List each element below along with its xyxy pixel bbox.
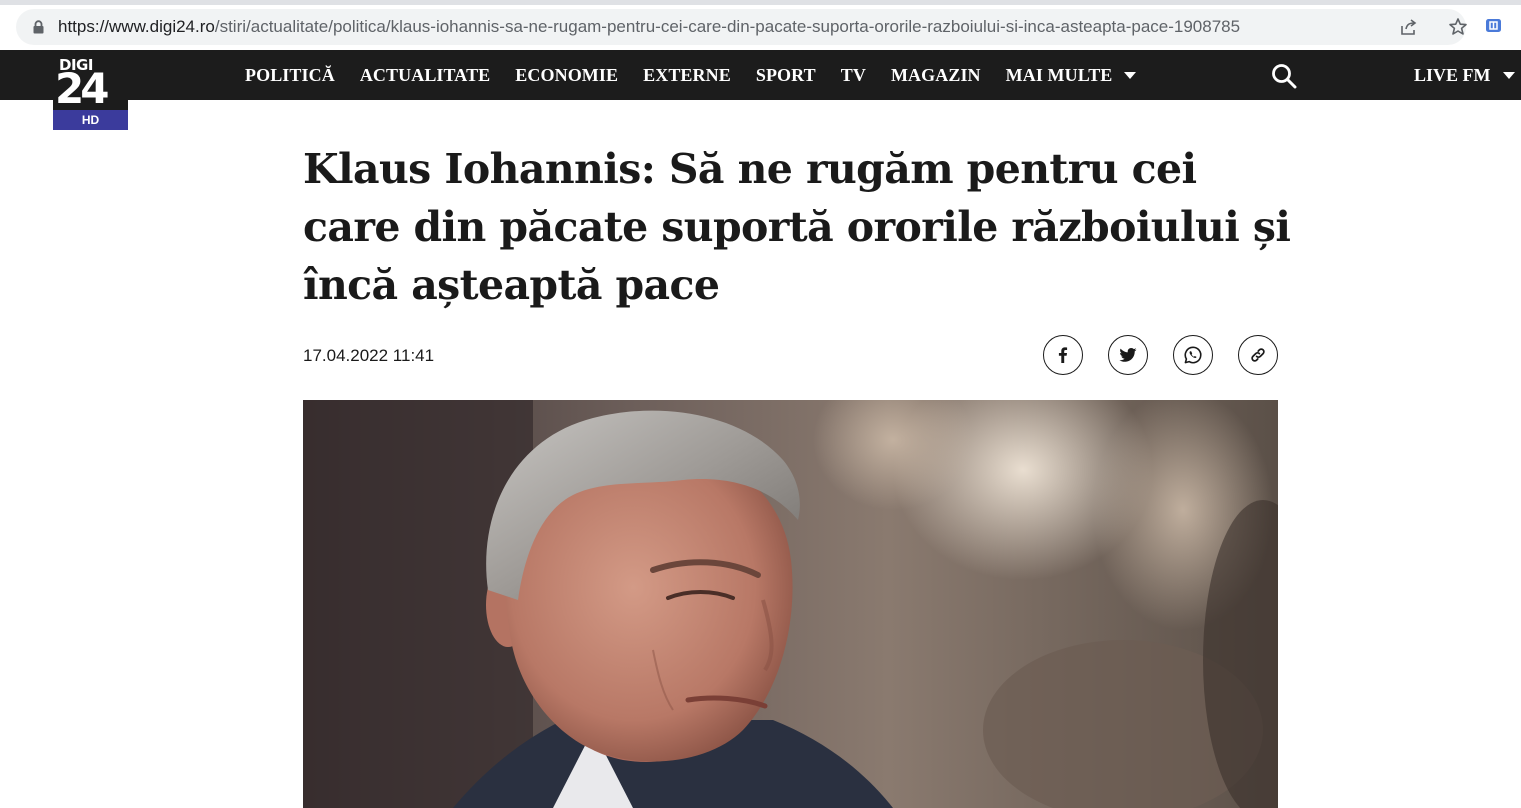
nav-item-tv[interactable]: TV (841, 65, 866, 86)
whatsapp-icon (1184, 346, 1202, 364)
share-twitter-button[interactable] (1108, 335, 1148, 375)
address-bar[interactable]: https://www.digi24.ro/stiri/actualitate/… (16, 9, 1468, 45)
url-text[interactable]: https://www.digi24.ro/stiri/actualitate/… (58, 17, 1240, 37)
nav-item-externe[interactable]: EXTERNE (643, 65, 731, 86)
nav-item-sport[interactable]: SPORT (756, 65, 816, 86)
lock-icon[interactable] (32, 20, 45, 34)
copy-link-button[interactable] (1238, 335, 1278, 375)
twitter-icon (1119, 348, 1137, 362)
share-buttons (1043, 335, 1278, 375)
tab-strip-edge (0, 0, 1521, 5)
nav-item-economie[interactable]: ECONOMIE (515, 65, 618, 86)
nav-item-actualitate[interactable]: ACTUALITATE (360, 65, 490, 86)
nav-more-label: MAI MULTE (1005, 64, 1113, 85)
main-menu: POLITICĂ ACTUALITATE ECONOMIE EXTERNE SP… (245, 50, 1161, 100)
live-fm-dropdown[interactable]: LIVE FM (1414, 50, 1515, 100)
link-icon (1251, 348, 1265, 362)
nav-item-magazin[interactable]: MAGAZIN (891, 65, 981, 86)
search-icon[interactable] (1271, 63, 1297, 89)
bookmark-star-icon[interactable] (1448, 17, 1468, 37)
share-facebook-button[interactable] (1043, 335, 1083, 375)
nav-item-politica[interactable]: POLITICĂ (245, 65, 335, 86)
logo-number: 24 (55, 64, 109, 113)
chevron-down-icon (1502, 71, 1515, 79)
portrait-photo (303, 400, 1278, 808)
article-title: Klaus Iohannis: Să ne rugăm pentru cei c… (303, 145, 1291, 309)
browser-toolbar: https://www.digi24.ro/stiri/actualitate/… (0, 0, 1521, 50)
facebook-icon (1058, 347, 1068, 363)
url-path: /stiri/actualitate/politica/klaus-iohann… (214, 17, 1241, 36)
article-date: 17.04.2022 11:41 (303, 346, 435, 365)
extension-icon[interactable] (1479, 10, 1509, 42)
share-page-icon[interactable] (1399, 17, 1419, 37)
site-logo[interactable]: DIGI 24 HD (53, 55, 128, 130)
chevron-down-icon (1124, 71, 1137, 79)
logo-mark: DIGI 24 (53, 55, 128, 113)
live-fm-label: LIVE FM (1414, 64, 1491, 85)
url-host: https://www.digi24.ro (58, 17, 215, 36)
logo-hd-badge: HD (53, 110, 128, 130)
share-whatsapp-button[interactable] (1173, 335, 1213, 375)
site-navigation: POLITICĂ ACTUALITATE ECONOMIE EXTERNE SP… (0, 50, 1521, 100)
nav-item-more[interactable]: MAI MULTE (1006, 65, 1137, 86)
article-hero-image[interactable] (303, 400, 1278, 808)
